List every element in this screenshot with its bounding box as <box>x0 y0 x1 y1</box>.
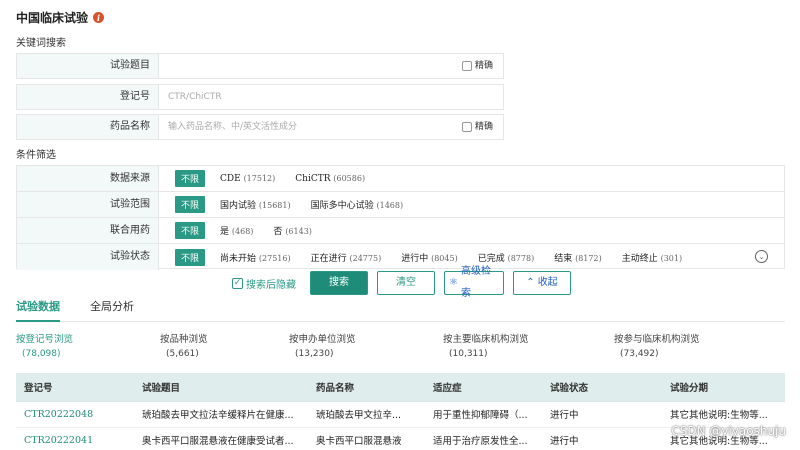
filter-option[interactable]: 否 (6143) <box>273 224 312 237</box>
table-header: 登记号 试验题目 药品名称 适应症 试验状态 试验分期 <box>16 373 785 402</box>
filter-section-label: 条件筛选 <box>16 150 56 161</box>
registration-number-field: 登记号 CTR/ChiCTR <box>16 84 504 110</box>
drug-name-label: 药品名称 <box>17 115 159 139</box>
precise-label: 精确 <box>474 61 493 71</box>
filter-option[interactable]: 进行中 (8045) <box>401 251 458 264</box>
registration-number-label: 登记号 <box>17 85 159 109</box>
collapse-button[interactable]: ⌃ 收起 <box>513 271 571 295</box>
trial-title-input[interactable]: 精确 <box>159 54 503 78</box>
table-cell: 奥卡西平口服混悬液在健康受试者... <box>134 427 308 450</box>
registration-link[interactable]: CTR20222048 <box>16 401 134 428</box>
filter-all-tag[interactable]: 不限 <box>175 170 206 187</box>
filter-option[interactable]: 国内试验 (15681) <box>220 198 291 211</box>
tab-bar: 试验数据 全局分析 <box>16 296 785 322</box>
stat-by-main-institution[interactable]: 按主要临床机构浏览 (10,311) <box>443 333 529 361</box>
search-button[interactable]: 搜索 <box>310 271 368 295</box>
filter-option[interactable]: 结束 (8172) <box>554 251 602 264</box>
column-header[interactable]: 试验分期 <box>662 373 785 402</box>
filter-all-tag[interactable]: 不限 <box>175 248 206 266</box>
table-cell: 进行中 <box>542 401 662 428</box>
trial-table: 登记号 试验题目 药品名称 适应症 试验状态 试验分期 CTR20222048 … <box>16 373 785 450</box>
chevron-down-icon[interactable]: ⌄ <box>755 250 768 263</box>
table-row: CTR20222048 琥珀酸去甲文拉法辛缓释片在健康... 琥珀酸去甲文拉辛.… <box>16 401 785 428</box>
table-cell: 进行中 <box>542 427 662 450</box>
advanced-search-icon: ⚛ <box>449 277 458 288</box>
column-header[interactable]: 适应症 <box>425 373 542 402</box>
table-cell: 奥卡西平口服混悬液 <box>308 427 425 450</box>
column-header[interactable]: 试验状态 <box>542 373 662 402</box>
filter-option[interactable]: 尚未开始 (27516) <box>220 251 291 264</box>
page-title: 中国临床试验 i <box>16 9 105 26</box>
info-icon[interactable]: i <box>93 12 105 23</box>
filter-row-trial-status: 试验状态 不限 尚未开始 (27516) 正在进行 (24775) 进行中 (8… <box>17 244 784 270</box>
precise-label: 精确 <box>474 122 493 132</box>
registration-number-input[interactable]: CTR/ChiCTR <box>159 85 503 109</box>
table-cell: 用于重性抑郁障碍（... <box>425 401 542 428</box>
tab-trial-data[interactable]: 试验数据 <box>16 296 60 322</box>
filter-option[interactable]: 正在进行 (24775) <box>311 251 382 264</box>
filter-all-tag[interactable]: 不限 <box>175 196 206 213</box>
trial-title-label: 试验题目 <box>17 54 159 78</box>
filter-panel: 数据来源 不限 CDE (17512) ChiCTR (60586) 试验范围 … <box>16 165 785 270</box>
stat-by-participating-institution[interactable]: 按参与临床机构浏览 (73,492) <box>614 333 700 361</box>
hide-after-search-label: 搜索后隐藏 <box>246 279 296 291</box>
stat-by-variety[interactable]: 按品种浏览 (5,661) <box>160 333 208 361</box>
table-cell: 琥珀酸去甲文拉辛... <box>308 401 425 428</box>
filter-option[interactable]: 国际多中心试验 (1468) <box>311 198 404 211</box>
stat-by-sponsor[interactable]: 按申办单位浏览 (13,230) <box>289 333 356 361</box>
column-header[interactable]: 药品名称 <box>308 373 425 402</box>
action-bar: ✓ 搜索后隐藏 搜索 清空 ⚛ 高级检索 ⌃ 收起 <box>232 266 571 299</box>
hide-after-search-checkbox[interactable]: ✓ 搜索后隐藏 <box>232 276 296 291</box>
filter-row-trial-scope: 试验范围 不限 国内试验 (15681) 国际多中心试验 (1468) <box>17 192 784 218</box>
drug-name-input[interactable]: 输入药品名称、中/英文活性成分 精确 <box>159 115 503 139</box>
filter-option[interactable]: 是 (468) <box>220 224 253 237</box>
keyword-section-label: 关键词搜索 <box>16 38 66 49</box>
checkbox-checked-icon: ✓ <box>232 277 243 289</box>
registration-link[interactable]: CTR20222041 <box>16 427 134 450</box>
column-header[interactable]: 试验题目 <box>134 373 308 402</box>
table-cell: 适用于治疗原发性全... <box>425 427 542 450</box>
drug-name-precise-checkbox[interactable]: 精确 <box>461 115 493 139</box>
filter-row-data-source: 数据来源 不限 CDE (17512) ChiCTR (60586) <box>17 166 784 192</box>
clear-button[interactable]: 清空 <box>377 271 435 295</box>
stat-by-registration[interactable]: 按登记号浏览 (78,098) <box>16 333 73 361</box>
tab-global-analysis[interactable]: 全局分析 <box>90 296 134 322</box>
filter-option[interactable]: ChiCTR (60586) <box>295 174 365 184</box>
filter-all-tag[interactable]: 不限 <box>175 222 206 239</box>
filter-label: 试验范围 <box>17 192 159 217</box>
checkbox-icon <box>461 122 472 132</box>
page-title-text: 中国临床试验 <box>16 11 89 25</box>
column-header[interactable]: 登记号 <box>16 373 134 402</box>
chevron-up-icon: ⌃ <box>526 277 535 288</box>
trial-title-precise-checkbox[interactable]: 精确 <box>461 54 493 78</box>
filter-label: 联合用药 <box>17 218 159 243</box>
collapse-label: 收起 <box>537 277 558 288</box>
filter-label: 数据来源 <box>17 166 159 191</box>
trial-title-field: 试验题目 精确 <box>16 53 504 79</box>
filter-label: 试验状态 <box>17 244 159 270</box>
filter-row-combination-drug: 联合用药 不限 是 (468) 否 (6143) <box>17 218 784 244</box>
advanced-search-button[interactable]: ⚛ 高级检索 <box>444 266 504 299</box>
table-cell: 琥珀酸去甲文拉法辛缓释片在健康... <box>134 401 308 428</box>
drug-name-field: 药品名称 输入药品名称、中/英文活性成分 精确 <box>16 114 504 140</box>
filter-option[interactable]: 主动终止 (301) <box>622 251 682 264</box>
table-row: CTR20222041 奥卡西平口服混悬液在健康受试者... 奥卡西平口服混悬液… <box>16 427 785 450</box>
drug-name-placeholder: 输入药品名称、中/英文活性成分 <box>168 122 298 132</box>
filter-option[interactable]: CDE (17512) <box>220 174 275 184</box>
checkbox-icon <box>461 61 472 71</box>
watermark: CSDN @yiyaoshuju <box>671 424 786 438</box>
